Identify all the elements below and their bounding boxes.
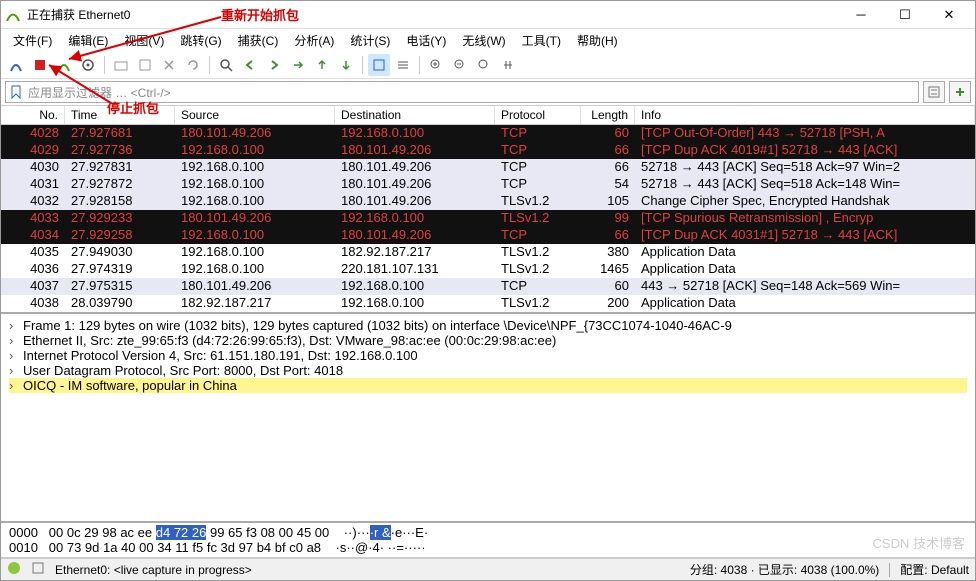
- expand-icon[interactable]: ›: [9, 363, 23, 378]
- filterbar: 应用显示过滤器 … <Ctrl-/>: [1, 79, 975, 105]
- menu-file[interactable]: 文件(F): [7, 30, 58, 51]
- status-profile[interactable]: 配置: Default: [900, 561, 969, 578]
- close-button[interactable]: ✕: [927, 1, 971, 29]
- toolbar: [1, 51, 975, 79]
- menu-capture[interactable]: 捕获(C): [232, 30, 285, 51]
- menu-go[interactable]: 跳转(G): [174, 30, 227, 51]
- col-proto[interactable]: Protocol: [495, 106, 581, 124]
- menubar: 文件(F) 编辑(E) 视图(V) 跳转(G) 捕获(C) 分析(A) 统计(S…: [1, 29, 975, 51]
- autoscroll-button[interactable]: [368, 54, 390, 76]
- stop-capture-button[interactable]: [29, 54, 51, 76]
- expert-info-icon[interactable]: [7, 561, 21, 578]
- col-time[interactable]: Time: [65, 106, 175, 124]
- status-packets: 分组: 4038 · 已显示: 4038 (100.0%): [690, 561, 879, 578]
- start-capture-button[interactable]: [5, 54, 27, 76]
- zoom-reset-button[interactable]: [473, 54, 495, 76]
- detail-ip[interactable]: Internet Protocol Version 4, Src: 61.151…: [23, 348, 418, 363]
- table-row[interactable]: 403627.974319192.168.0.100220.181.107.13…: [1, 261, 975, 278]
- go-last-button[interactable]: [335, 54, 357, 76]
- detail-udp[interactable]: User Datagram Protocol, Src Port: 8000, …: [23, 363, 343, 378]
- table-row[interactable]: 403427.929258192.168.0.100180.101.49.206…: [1, 227, 975, 244]
- table-row[interactable]: 403127.927872192.168.0.100180.101.49.206…: [1, 176, 975, 193]
- menu-tools[interactable]: 工具(T): [516, 30, 567, 51]
- col-len[interactable]: Length: [581, 106, 635, 124]
- statusbar: Ethernet0: <live capture in progress> 分组…: [1, 558, 975, 580]
- detail-frame[interactable]: Frame 1: 129 bytes on wire (1032 bits), …: [23, 318, 732, 333]
- table-row[interactable]: 402927.927736192.168.0.100180.101.49.206…: [1, 142, 975, 159]
- titlebar: 正在捕获 Ethernet0 ─ ☐ ✕: [1, 1, 975, 29]
- packet-details[interactable]: ›Frame 1: 129 bytes on wire (1032 bits),…: [1, 314, 975, 523]
- menu-stats[interactable]: 统计(S): [344, 30, 396, 51]
- capture-options-button[interactable]: [77, 54, 99, 76]
- expand-icon[interactable]: ›: [9, 318, 23, 333]
- close-file-button[interactable]: [158, 54, 180, 76]
- filter-placeholder: 应用显示过滤器 … <Ctrl-/>: [28, 84, 171, 101]
- find-button[interactable]: [215, 54, 237, 76]
- table-row[interactable]: 403828.039790182.92.187.217192.168.0.100…: [1, 295, 975, 312]
- app-window: 正在捕获 Ethernet0 ─ ☐ ✕ 文件(F) 编辑(E) 视图(V) 跳…: [0, 0, 976, 581]
- menu-edit[interactable]: 编辑(E): [62, 30, 114, 51]
- table-row[interactable]: 403727.975315180.101.49.206192.168.0.100…: [1, 278, 975, 295]
- display-filter-input[interactable]: 应用显示过滤器 … <Ctrl-/>: [5, 81, 919, 103]
- restart-capture-button[interactable]: [53, 54, 75, 76]
- app-icon: [5, 7, 21, 23]
- packet-list[interactable]: No. Time Source Destination Protocol Len…: [1, 105, 975, 314]
- filter-add-button[interactable]: [949, 81, 971, 103]
- table-row[interactable]: 403327.929233180.101.49.206192.168.0.100…: [1, 210, 975, 227]
- menu-analyze[interactable]: 分析(A): [288, 30, 340, 51]
- filter-expr-button[interactable]: [923, 81, 945, 103]
- expand-icon[interactable]: ›: [9, 378, 23, 393]
- detail-oicq[interactable]: OICQ - IM software, popular in China: [23, 378, 237, 393]
- bookmark-icon: [10, 85, 24, 99]
- resize-columns-button[interactable]: [497, 54, 519, 76]
- maximize-button[interactable]: ☐: [883, 1, 927, 29]
- packet-list-header: No. Time Source Destination Protocol Len…: [1, 105, 975, 125]
- menu-wireless[interactable]: 无线(W): [456, 30, 511, 51]
- zoom-in-button[interactable]: [425, 54, 447, 76]
- col-src[interactable]: Source: [175, 106, 335, 124]
- col-info[interactable]: Info: [635, 106, 975, 124]
- status-interface: Ethernet0: <live capture in progress>: [55, 563, 252, 577]
- expand-icon[interactable]: ›: [9, 333, 23, 348]
- detail-eth[interactable]: Ethernet II, Src: zte_99:65:f3 (d4:72:26…: [23, 333, 556, 348]
- save-file-button[interactable]: [134, 54, 156, 76]
- table-row[interactable]: 403027.927831192.168.0.100180.101.49.206…: [1, 159, 975, 176]
- menu-telephony[interactable]: 电话(Y): [400, 30, 452, 51]
- go-to-button[interactable]: [287, 54, 309, 76]
- capture-file-icon[interactable]: [31, 561, 45, 578]
- window-title: 正在捕获 Ethernet0: [27, 6, 839, 23]
- menu-view[interactable]: 视图(V): [118, 30, 170, 51]
- packet-bytes[interactable]: 0000 00 0c 29 98 ac ee d4 72 26 99 65 f3…: [1, 523, 975, 558]
- minimize-button[interactable]: ─: [839, 1, 883, 29]
- table-row[interactable]: 403527.949030192.168.0.100182.92.187.217…: [1, 244, 975, 261]
- zoom-out-button[interactable]: [449, 54, 471, 76]
- menu-help[interactable]: 帮助(H): [571, 30, 624, 51]
- open-file-button[interactable]: [110, 54, 132, 76]
- go-back-button[interactable]: [239, 54, 261, 76]
- expand-icon[interactable]: ›: [9, 348, 23, 363]
- col-dst[interactable]: Destination: [335, 106, 495, 124]
- table-row[interactable]: 403227.928158192.168.0.100180.101.49.206…: [1, 193, 975, 210]
- table-row[interactable]: 402827.927681180.101.49.206192.168.0.100…: [1, 125, 975, 142]
- go-forward-button[interactable]: [263, 54, 285, 76]
- col-no[interactable]: No.: [1, 106, 65, 124]
- colorize-button[interactable]: [392, 54, 414, 76]
- go-first-button[interactable]: [311, 54, 333, 76]
- reload-button[interactable]: [182, 54, 204, 76]
